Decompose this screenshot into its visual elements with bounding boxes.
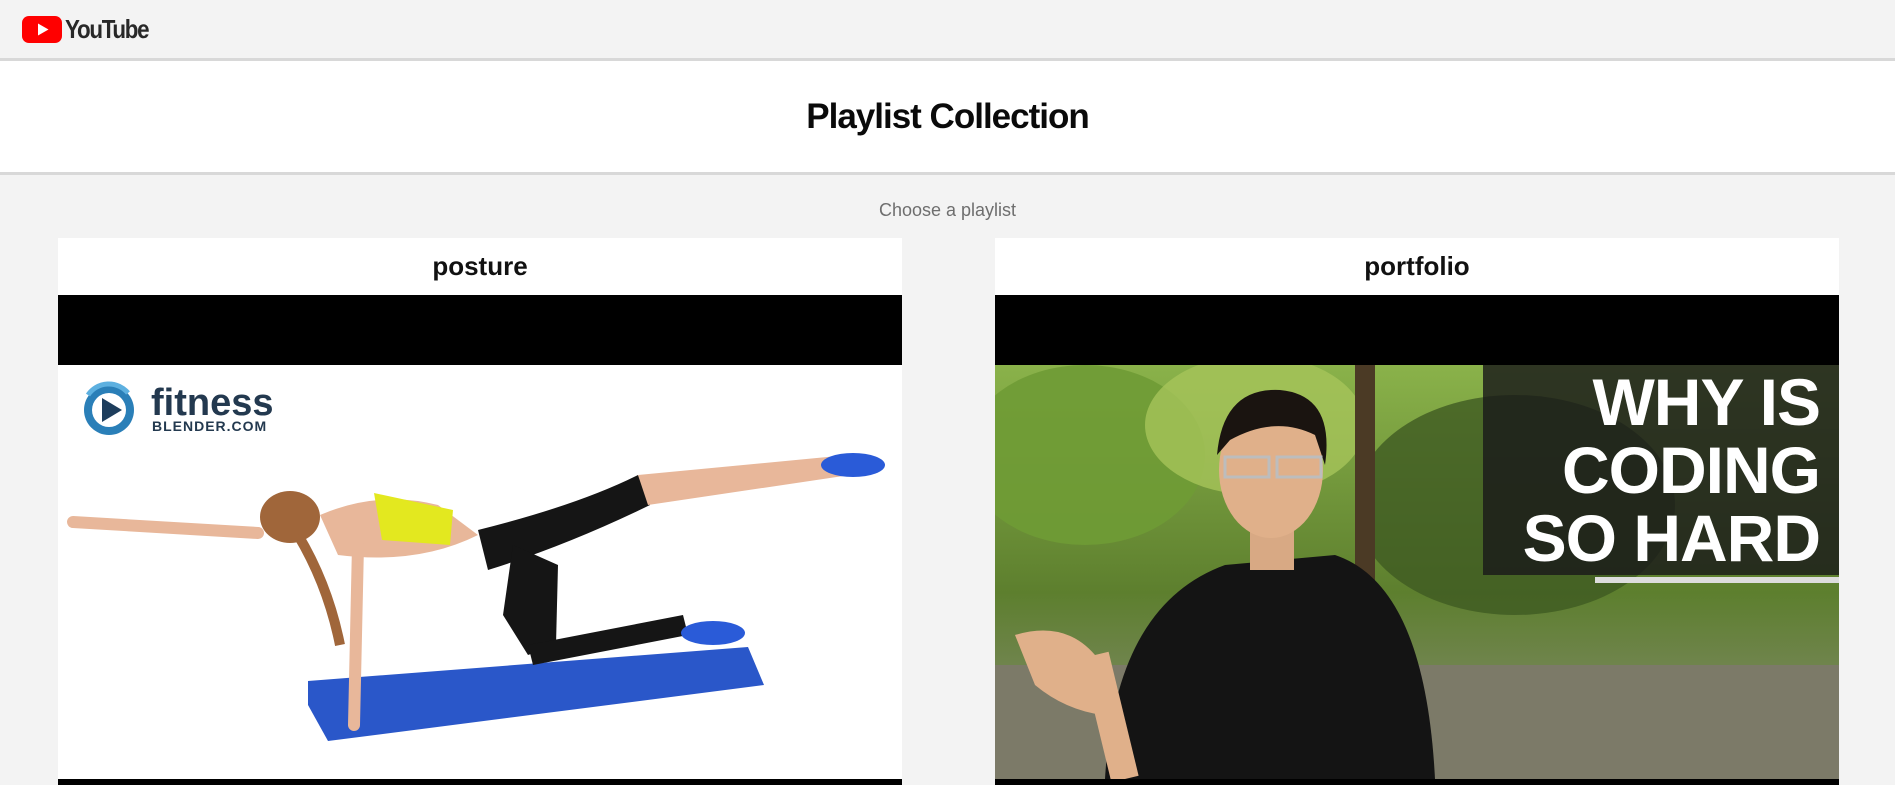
page-title: Playlist Collection <box>806 96 1089 136</box>
playlist-title[interactable]: portfolio <box>995 238 1839 295</box>
logo-text: YouTube <box>65 13 150 44</box>
fitness-blender-logo-icon <box>84 381 134 435</box>
page-subtitle: Choose a playlist <box>878 200 1017 220</box>
title-band: Playlist Collection <box>0 61 1895 175</box>
coding-thumbnail-image: WHY IS CODING SO HARD <box>995 365 1839 779</box>
caption-line-1: WHY IS <box>1593 365 1820 439</box>
thumbnail-image-frame: fitness BLENDER.COM <box>58 365 902 779</box>
playlist-thumbnail[interactable]: fitness BLENDER.COM <box>58 295 902 785</box>
caption-line-2: CODING <box>1562 433 1820 507</box>
caption-line-3: SO HARD <box>1523 501 1820 575</box>
playlist-card-posture[interactable]: posture fitness BLENDER.COM <box>58 238 902 785</box>
playlist-card-portfolio[interactable]: portfolio WHY IS CODING SO HARD <box>995 238 1839 785</box>
playlist-title[interactable]: posture <box>58 238 902 295</box>
youtube-play-icon <box>22 15 62 43</box>
brand-sub-text: BLENDER.COM <box>152 418 267 434</box>
youtube-logo[interactable]: YouTube <box>22 15 162 43</box>
fitness-thumbnail-image: fitness BLENDER.COM <box>58 365 902 779</box>
thumbnail-image-frame: WHY IS CODING SO HARD <box>995 365 1839 779</box>
top-bar: YouTube <box>0 0 1895 61</box>
playlist-thumbnail[interactable]: WHY IS CODING SO HARD <box>995 295 1839 785</box>
